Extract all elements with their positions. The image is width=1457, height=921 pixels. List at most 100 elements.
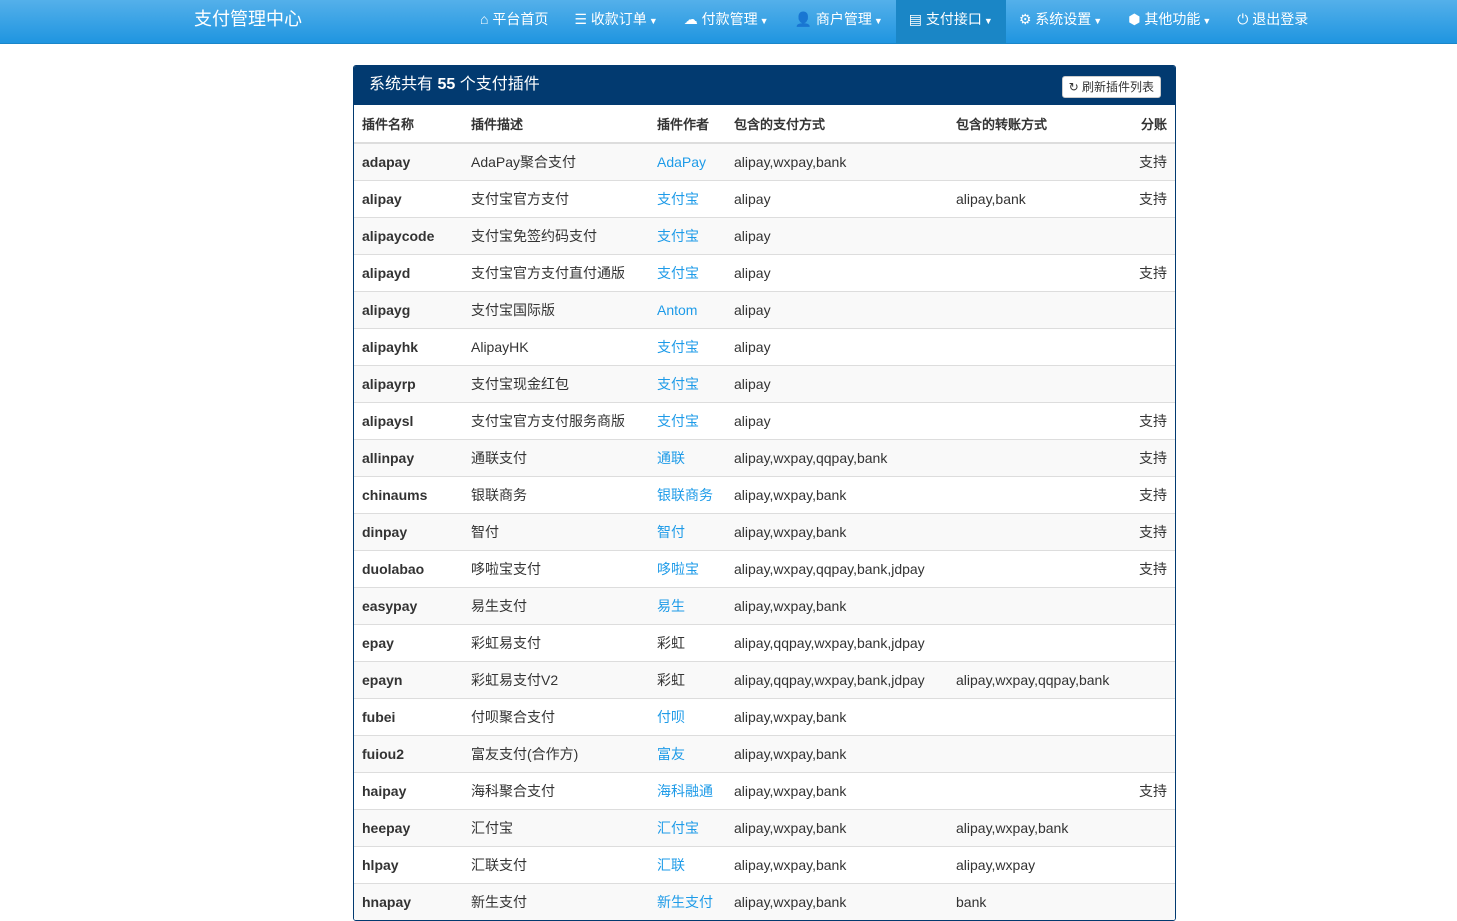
pay-methods: alipay — [726, 327, 948, 365]
transfer-methods: alipay,wxpay,bank — [948, 808, 1129, 846]
plugin-name: haipay — [354, 771, 463, 809]
transfer-methods: alipay,wxpay,qqpay,bank — [948, 660, 1129, 698]
plugin-description: 哆啦宝支付 — [463, 549, 649, 587]
caret-down-icon: ▼ — [648, 16, 658, 26]
plugin-name: fubei — [354, 697, 463, 735]
plugin-name: fuiou2 — [354, 734, 463, 772]
plugin-author-link[interactable]: 通联 — [657, 450, 685, 466]
nav-item-5[interactable]: ⚙ 系统设置 ▼ — [1006, 0, 1115, 44]
refresh-icon: ↻ — [1068, 80, 1079, 94]
plugin-author-cell: 支付宝 — [649, 401, 726, 439]
table-row: alipayd 支付宝官方支付直付通版 支付宝 alipay 支持 — [354, 253, 1175, 291]
table-row: easypay 易生支付 易生 alipay,wxpay,bank — [354, 586, 1175, 624]
plugin-description: AdaPay聚合支付 — [463, 142, 649, 180]
plugin-description: 付呗聚合支付 — [463, 697, 649, 735]
plugin-author-cell: 彩虹 — [649, 623, 726, 661]
profit-sharing — [1128, 216, 1175, 254]
table-row: duolabao 哆啦宝支付 哆啦宝 alipay,wxpay,qqpay,ba… — [354, 549, 1175, 587]
plugin-author-link[interactable]: 付呗 — [657, 709, 685, 725]
transfer-methods: alipay,wxpay — [948, 845, 1129, 883]
plugin-author-link[interactable]: 银联商务 — [657, 487, 713, 503]
nav-item-label: 其他功能 — [1144, 11, 1201, 27]
nav-item-6[interactable]: ⬢ 其他功能 ▼ — [1115, 0, 1224, 44]
pay-methods: alipay — [726, 290, 948, 328]
home-icon: ⌂ — [480, 11, 489, 27]
plugin-author-link[interactable]: 智付 — [657, 524, 685, 540]
nav-item-7[interactable]: ⏻ 退出登录 — [1224, 0, 1321, 44]
pay-methods: alipay — [726, 253, 948, 291]
plugin-author-cell: 支付宝 — [649, 179, 726, 217]
plugin-author-link[interactable]: 易生 — [657, 598, 685, 614]
plugin-author-link[interactable]: Antom — [657, 302, 697, 318]
profit-sharing: 支持 — [1128, 253, 1175, 291]
plugin-author-link[interactable]: 支付宝 — [657, 413, 699, 429]
pay-methods: alipay,wxpay,qqpay,bank — [726, 438, 948, 476]
nav-item-2[interactable]: ☁ 付款管理 ▼ — [671, 0, 782, 44]
plugin-author-link[interactable]: 汇联 — [657, 857, 685, 873]
pay-methods: alipay,wxpay,qqpay,bank,jdpay — [726, 549, 948, 587]
plugin-description: 汇付宝 — [463, 808, 649, 846]
plugin-name: alipaysl — [354, 401, 463, 439]
nav-item-0[interactable]: ⌂ 平台首页 — [467, 0, 561, 44]
profit-sharing — [1128, 327, 1175, 365]
plugin-name: chinaums — [354, 475, 463, 513]
pay-methods: alipay,qqpay,wxpay,bank,jdpay — [726, 623, 948, 661]
col-author: 插件作者 — [649, 105, 726, 144]
pay-methods: alipay,wxpay,bank — [726, 142, 948, 180]
plugin-author-cell: 彩虹 — [649, 660, 726, 698]
table-row: heepay 汇付宝 汇付宝 alipay,wxpay,bank alipay,… — [354, 808, 1175, 846]
table-row: alipaycode 支付宝免签约码支付 支付宝 alipay — [354, 216, 1175, 254]
pay-methods: alipay,wxpay,bank — [726, 808, 948, 846]
col-description: 插件描述 — [463, 105, 649, 144]
nav-item-4[interactable]: ▤ 支付接口 ▼ — [895, 0, 1006, 44]
nav-item-3[interactable]: 👤 商户管理 ▼ — [782, 0, 896, 44]
plugin-description: 易生支付 — [463, 586, 649, 624]
plugin-author-link[interactable]: 彩虹 — [657, 635, 685, 651]
plugin-author-link[interactable]: 海科融通 — [657, 783, 713, 799]
top-navbar: 支付管理中心 ⌂ 平台首页 ☰ 收款订单 ▼ ☁ 付款管理 ▼ 👤 商户管理 ▼ ▤ 支付接口… — [0, 0, 1457, 44]
plugin-name: alipaycode — [354, 216, 463, 254]
transfer-methods — [948, 586, 1129, 624]
plugin-description: 支付宝免签约码支付 — [463, 216, 649, 254]
plugin-author-link[interactable]: 新生支付 — [657, 894, 713, 910]
plugin-description: 支付宝国际版 — [463, 290, 649, 328]
plugin-author-link[interactable]: 支付宝 — [657, 339, 699, 355]
plugin-author-link[interactable]: 支付宝 — [657, 228, 699, 244]
transfer-methods — [948, 549, 1129, 587]
profit-sharing: 支持 — [1128, 549, 1175, 587]
plugin-author-link[interactable]: 哆啦宝 — [657, 561, 699, 577]
credit-card-icon: ▤ — [908, 11, 923, 27]
cube-icon: ⬢ — [1128, 11, 1141, 27]
table-row: fuiou2 富友支付(合作方) 富友 alipay,wxpay,bank — [354, 734, 1175, 772]
plugin-author-link[interactable]: 支付宝 — [657, 376, 699, 392]
col-profit-sharing: 分账 — [1128, 105, 1175, 144]
plugin-author-link[interactable]: 汇付宝 — [657, 820, 699, 836]
table-row: allinpay 通联支付 通联 alipay,wxpay,qqpay,bank… — [354, 438, 1175, 476]
plugin-author-cell: 支付宝 — [649, 253, 726, 291]
brand-title[interactable]: 支付管理中心 — [194, 0, 302, 38]
plugin-author-link[interactable]: AdaPay — [657, 154, 706, 170]
plugin-description: 新生支付 — [463, 882, 649, 920]
plugin-author-link[interactable]: 彩虹 — [657, 672, 685, 688]
plugin-author-cell: AdaPay — [649, 142, 726, 180]
plugin-description: 支付宝官方支付 — [463, 179, 649, 217]
list-icon: ☰ — [574, 11, 587, 27]
refresh-plugin-list-button[interactable]: ↻ 刷新插件列表 — [1061, 76, 1161, 98]
nav-item-1[interactable]: ☰ 收款订单 ▼ — [561, 0, 670, 44]
plugin-author-link[interactable]: 支付宝 — [657, 265, 699, 281]
plugin-name: hlpay — [354, 845, 463, 883]
plugin-name: duolabao — [354, 549, 463, 587]
profit-sharing — [1128, 697, 1175, 735]
profit-sharing: 支持 — [1128, 179, 1175, 217]
plugin-author-link[interactable]: 富友 — [657, 746, 685, 762]
caret-down-icon: ▼ — [983, 16, 993, 26]
plugin-description: 彩虹易支付 — [463, 623, 649, 661]
plugin-author-cell: 汇联 — [649, 845, 726, 883]
plugin-author-cell: 新生支付 — [649, 882, 726, 920]
plugin-description: 支付宝官方支付直付通版 — [463, 253, 649, 291]
profit-sharing: 支持 — [1128, 475, 1175, 513]
plugin-description: 支付宝官方支付服务商版 — [463, 401, 649, 439]
table-row: epay 彩虹易支付 彩虹 alipay,qqpay,wxpay,bank,jd… — [354, 623, 1175, 661]
plugin-author-link[interactable]: 支付宝 — [657, 191, 699, 207]
plugin-name: alipayd — [354, 253, 463, 291]
